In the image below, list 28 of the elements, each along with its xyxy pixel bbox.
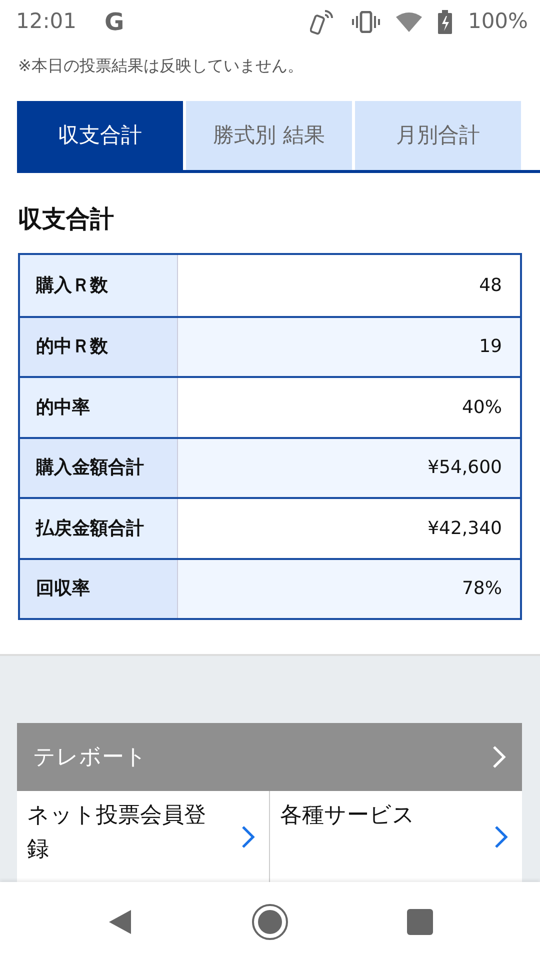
- battery-icon: [438, 10, 452, 34]
- row-label: 払戻金額合計: [20, 499, 178, 558]
- row-label: 購入金額合計: [20, 438, 178, 497]
- notice-text: ※本日の投票結果は反映していません。: [18, 56, 304, 75]
- tab[interactable]: 収支合計: [17, 101, 183, 170]
- section-title: 収支合計: [18, 204, 115, 235]
- row-label: 的中率: [20, 378, 178, 436]
- row-label: 的中Ｒ数: [20, 318, 178, 376]
- row-label: 回収率: [20, 560, 178, 618]
- back-icon[interactable]: [107, 908, 133, 936]
- chevron-icon: [494, 825, 508, 850]
- service-link[interactable]: ネット投票会員登録: [17, 791, 269, 882]
- wifi-icon: [396, 12, 422, 32]
- chevron-icon: [492, 745, 506, 769]
- tab[interactable]: 月別合計: [355, 101, 521, 170]
- vibrate-icon: [352, 11, 380, 33]
- service-link[interactable]: 各種サービス: [269, 791, 522, 882]
- tab[interactable]: 勝式別 結果: [186, 101, 352, 170]
- clock: 12:01: [16, 8, 77, 36]
- row-label: 購入Ｒ数: [20, 255, 178, 316]
- home-icon[interactable]: [251, 903, 289, 941]
- row-value: 19: [178, 318, 520, 376]
- phone-icon: [310, 8, 336, 36]
- row-value: 78%: [178, 560, 520, 618]
- chevron-icon: [241, 825, 255, 850]
- row-value: ¥54,600: [178, 438, 520, 497]
- notification-icon: G: [104, 4, 124, 40]
- battery-percent: 100%: [468, 8, 528, 36]
